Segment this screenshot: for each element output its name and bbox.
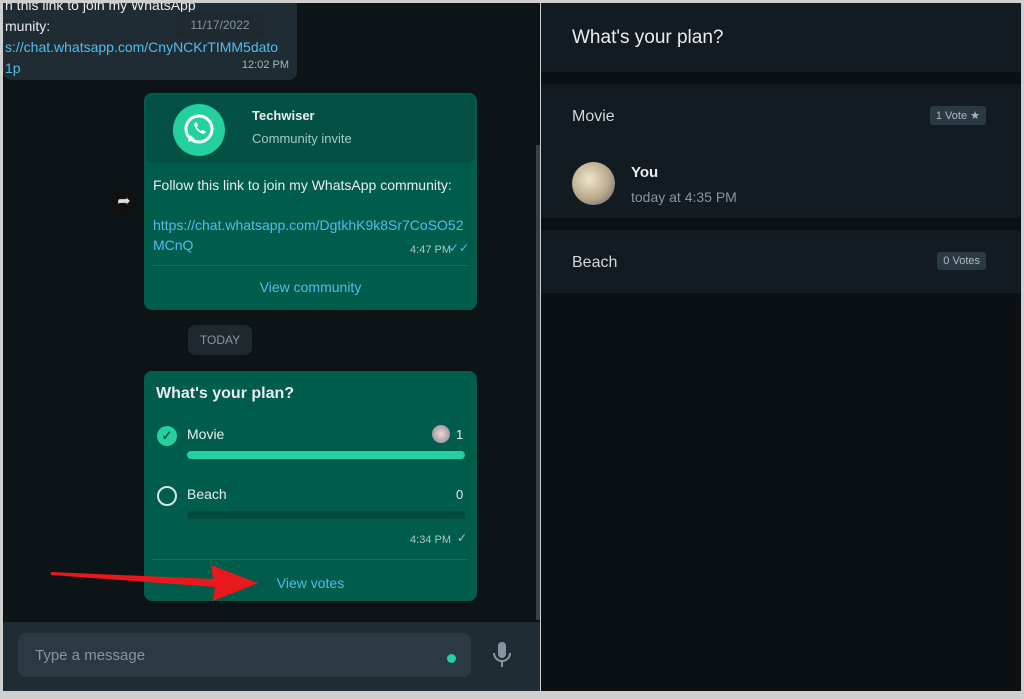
voter-avatar xyxy=(572,162,615,205)
community-subtitle: Community invite xyxy=(252,131,352,146)
check-circle-icon[interactable]: ✓ xyxy=(157,426,177,446)
microphone-icon[interactable] xyxy=(491,641,513,674)
poll-option-count: 0 xyxy=(456,487,464,502)
poll-option-label[interactable]: Beach xyxy=(187,486,227,502)
vote-time: today at 4:35 PM xyxy=(631,189,737,205)
message-time: 4:34 PM xyxy=(410,534,451,546)
community-name: Techwiser xyxy=(252,108,315,123)
message-input-placeholder: Type a message xyxy=(35,647,146,664)
whatsapp-logo-icon xyxy=(173,104,225,156)
poll-option-count: 1 xyxy=(456,427,464,442)
poll-votes-panel: What's your plan? Movie 1 Vote ★ You tod… xyxy=(541,3,1021,691)
check-icon: ✓ xyxy=(456,531,467,545)
vote-count-badge: 0 Votes xyxy=(937,252,986,270)
view-community-button[interactable]: View community xyxy=(144,279,477,295)
community-invite-message: Techwiser Community invite Follow this l… xyxy=(144,93,477,310)
poll-bar-track xyxy=(187,451,465,459)
vote-option-movie: Movie 1 Vote ★ You today at 4:35 PM xyxy=(541,84,1021,218)
date-pill: 11/17/2022 xyxy=(175,12,265,38)
message-time: 12:02 PM xyxy=(241,59,289,71)
panel-title: What's your plan? xyxy=(572,27,724,48)
status-dot-icon xyxy=(447,654,456,663)
panel-header: What's your plan? xyxy=(541,3,1021,72)
option-label: Movie xyxy=(572,108,615,125)
poll-option-label[interactable]: Movie xyxy=(187,426,224,442)
vote-option-beach: Beach 0 Votes xyxy=(541,230,1021,293)
voter-name: You xyxy=(631,164,659,181)
forward-icon[interactable]: ➦ xyxy=(110,188,138,216)
poll-bar-fill xyxy=(187,451,465,459)
chat-panel: n this link to join my WhatsApp munity: … xyxy=(3,3,540,691)
double-check-icon: ✓✓ xyxy=(448,241,469,255)
option-label: Beach xyxy=(572,254,618,271)
poll-question: What's your plan? xyxy=(156,385,295,402)
voter-avatar xyxy=(432,425,450,443)
poll-bar-track xyxy=(187,511,465,519)
today-pill: TODAY xyxy=(188,325,252,355)
message-text: Follow this link to join my WhatsApp com… xyxy=(153,177,452,193)
scrollbar[interactable] xyxy=(536,145,540,620)
invite-header[interactable]: Techwiser Community invite xyxy=(146,95,475,163)
composer: Type a message xyxy=(3,622,540,691)
divider xyxy=(153,265,468,266)
radio-circle-icon[interactable] xyxy=(157,486,177,506)
vote-count-badge: 1 Vote ★ xyxy=(929,106,986,125)
message-input[interactable]: Type a message xyxy=(18,633,471,677)
message-time: 4:47 PM xyxy=(410,244,451,256)
annotation-arrow xyxy=(51,565,258,601)
